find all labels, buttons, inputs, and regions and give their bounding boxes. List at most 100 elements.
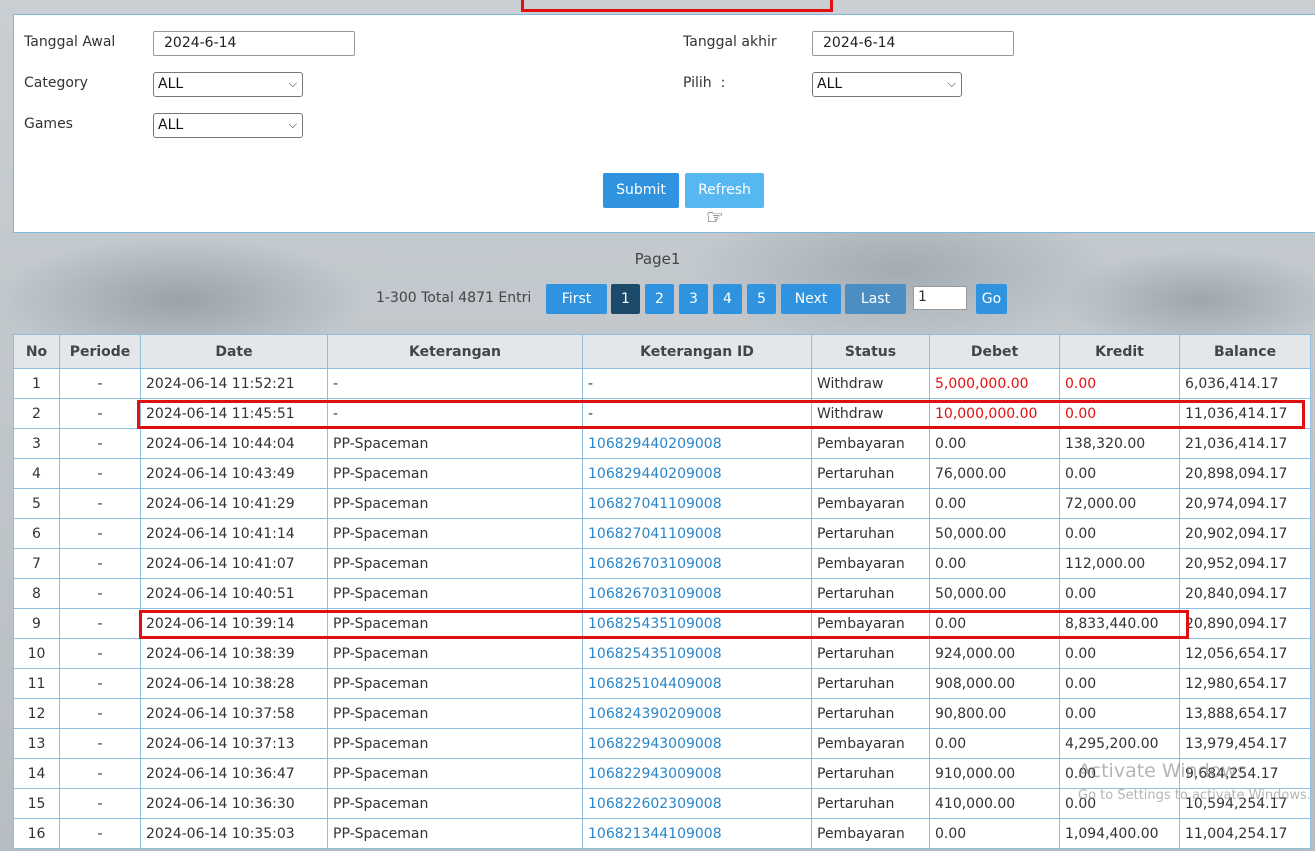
games-select[interactable]: ALL ⌵ <box>153 113 303 138</box>
cell-periode: - <box>59 638 141 669</box>
cell-keterangan-id[interactable]: 106822602309008 <box>582 788 812 819</box>
refresh-button[interactable]: Refresh <box>685 173 764 208</box>
tanggal-awal-label: Tanggal Awal <box>24 34 116 50</box>
activate-windows-watermark: Activate Windows <box>1078 760 1247 782</box>
page-number-input[interactable]: 1 <box>913 286 967 310</box>
cell-periode: - <box>59 398 141 429</box>
header-status[interactable]: Status <box>811 334 930 369</box>
cell-debet: 910,000.00 <box>929 758 1060 789</box>
cell-date: 2024-06-14 10:36:30 <box>140 788 328 819</box>
tanggal-akhir-label: Tanggal akhir <box>683 34 777 50</box>
last-page-button[interactable]: Last <box>845 284 906 314</box>
page-button-3[interactable]: 3 <box>679 284 708 314</box>
cell-periode: - <box>59 668 141 699</box>
cell-periode: - <box>59 818 141 849</box>
cell-debet: 924,000.00 <box>929 638 1060 669</box>
cell-status: Pertaruhan <box>811 698 930 729</box>
chevron-down-icon: ⌵ <box>947 77 956 90</box>
cell-keterangan-id[interactable]: 106822943009008 <box>582 758 812 789</box>
header-debet[interactable]: Debet <box>929 334 1060 369</box>
category-select[interactable]: ALL ⌵ <box>153 72 303 97</box>
cell-balance: 20,898,094.17 <box>1179 458 1311 489</box>
table-row: 16-2024-06-14 10:35:03 PP-Spaceman 1068213… <box>13 818 1311 849</box>
cell-status: Pembayaran <box>811 818 930 849</box>
header-keterangan-id[interactable]: Keterangan ID <box>582 334 812 369</box>
cell-status: Pembayaran <box>811 728 930 759</box>
header-date[interactable]: Date <box>140 334 328 369</box>
first-page-button[interactable]: First <box>546 284 607 314</box>
table-row: 13-2024-06-14 10:37:13 PP-Spaceman 1068229… <box>13 728 1311 759</box>
cell-keterangan-id: - <box>582 368 812 399</box>
cell-status: Pertaruhan <box>811 578 930 609</box>
cell-periode: - <box>59 548 141 579</box>
cell-balance: 21,036,414.17 <box>1179 428 1311 459</box>
cell-balance: 11,004,254.17 <box>1179 818 1311 849</box>
annotation-box <box>521 0 833 12</box>
cell-keterangan-id[interactable]: 106825104409008 <box>582 668 812 699</box>
activate-windows-hint: Go to Settings to activate Windows. <box>1078 788 1311 803</box>
cell-status: Pertaruhan <box>811 638 930 669</box>
cell-status: Pertaruhan <box>811 788 930 819</box>
cell-no: 6 <box>13 518 60 549</box>
cell-keterangan-id[interactable]: 106822943009008 <box>582 728 812 759</box>
cell-keterangan-id[interactable]: 106827041109008 <box>582 488 812 519</box>
entries-summary: 1-300 Total 4871 Entri <box>376 290 532 306</box>
go-button[interactable]: Go <box>976 284 1007 314</box>
page-button-1[interactable]: 1 <box>611 284 640 314</box>
page-button-5[interactable]: 5 <box>747 284 776 314</box>
cell-no: 9 <box>13 608 60 639</box>
cell-periode: - <box>59 728 141 759</box>
cell-periode: - <box>59 488 141 519</box>
table-row: 1-2024-06-14 11:52:21- - Withdraw 5,000,000… <box>13 368 1311 399</box>
cell-balance: 12,980,654.17 <box>1179 668 1311 699</box>
cell-keterangan-id[interactable]: 106821344109008 <box>582 818 812 849</box>
cell-keterangan: PP-Spaceman <box>327 548 583 579</box>
games-select-value: ALL <box>158 117 184 133</box>
cell-keterangan-id[interactable]: 106826703109008 <box>582 578 812 609</box>
page-button-4[interactable]: 4 <box>713 284 742 314</box>
cell-status: Pertaruhan <box>811 458 930 489</box>
cell-periode: - <box>59 698 141 729</box>
cell-keterangan-id[interactable]: 106827041109008 <box>582 518 812 549</box>
table-row: 4-2024-06-14 10:43:49 PP-Spaceman 10682944… <box>13 458 1311 489</box>
cell-debet: 50,000.00 <box>929 518 1060 549</box>
cell-status: Withdraw <box>811 368 930 399</box>
cell-no: 14 <box>13 758 60 789</box>
tanggal-awal-input[interactable]: 2024-6-14 <box>153 31 355 56</box>
page-button-2[interactable]: 2 <box>645 284 674 314</box>
header-balance[interactable]: Balance <box>1179 334 1311 369</box>
cell-balance: 20,952,094.17 <box>1179 548 1311 579</box>
cell-balance: 6,036,414.17 <box>1179 368 1311 399</box>
cell-keterangan-id[interactable]: 106829440209008 <box>582 428 812 459</box>
header-keterangan[interactable]: Keterangan <box>327 334 583 369</box>
cell-keterangan-id[interactable]: 106824390209008 <box>582 698 812 729</box>
cell-keterangan: PP-Spaceman <box>327 758 583 789</box>
cell-date: 2024-06-14 10:41:07 <box>140 548 328 579</box>
cell-date: 2024-06-14 10:36:47 <box>140 758 328 789</box>
cell-keterangan: PP-Spaceman <box>327 818 583 849</box>
cell-keterangan-id[interactable]: 106825435109008 <box>582 638 812 669</box>
cell-debet: 0.00 <box>929 548 1060 579</box>
cell-keterangan: PP-Spaceman <box>327 668 583 699</box>
header-periode[interactable]: Periode <box>59 334 141 369</box>
cell-status: Pembayaran <box>811 488 930 519</box>
cell-kredit: 0.00 <box>1059 518 1180 549</box>
cell-no: 15 <box>13 788 60 819</box>
page-title: Page1 <box>634 250 681 268</box>
cell-periode: - <box>59 788 141 819</box>
cell-kredit: 1,094,400.00 <box>1059 818 1180 849</box>
pilih-select[interactable]: ALL ⌵ <box>812 72 962 97</box>
cell-kredit: 0.00 <box>1059 638 1180 669</box>
header-no[interactable]: No <box>13 334 60 369</box>
chevron-down-icon: ⌵ <box>288 118 297 131</box>
cell-date: 2024-06-14 10:35:03 <box>140 818 328 849</box>
cell-keterangan-id[interactable]: 106826703109008 <box>582 548 812 579</box>
cell-no: 12 <box>13 698 60 729</box>
category-label: Category <box>24 75 88 91</box>
cell-status: Pertaruhan <box>811 758 930 789</box>
tanggal-akhir-input[interactable]: 2024-6-14 <box>812 31 1014 56</box>
header-kredit[interactable]: Kredit <box>1059 334 1180 369</box>
cell-keterangan-id[interactable]: 106829440209008 <box>582 458 812 489</box>
next-page-button[interactable]: Next <box>781 284 841 314</box>
submit-button[interactable]: Submit <box>603 173 679 208</box>
